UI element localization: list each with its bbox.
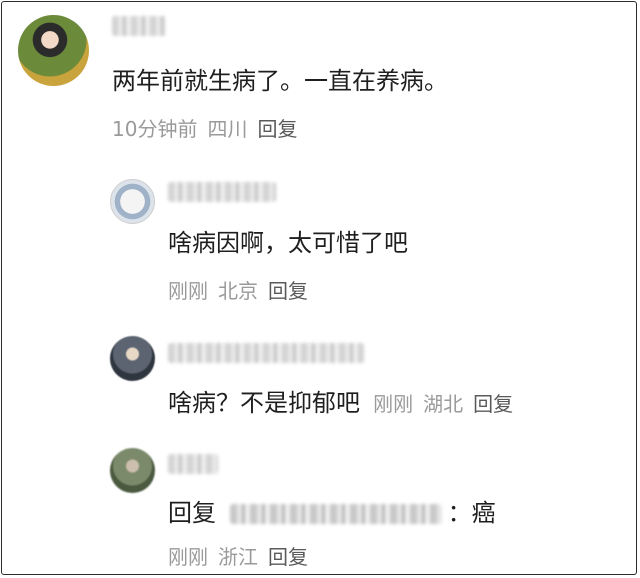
reply-meta: 刚刚 北京 回复 bbox=[168, 278, 318, 304]
reply-time: 刚刚 bbox=[168, 279, 208, 303]
comment-meta: 10分钟前 四川 回复 bbox=[112, 116, 307, 142]
reply-button[interactable]: 回复 bbox=[268, 279, 308, 303]
reply-prefix: 回复 bbox=[168, 499, 216, 527]
reply-row: 回复 ：癌 bbox=[168, 498, 496, 528]
comment-time: 10分钟前 bbox=[112, 117, 198, 141]
reply-text: 啥病因啊，太可惜了吧 bbox=[168, 229, 408, 257]
reply-meta: 刚刚 浙江 回复 bbox=[168, 544, 318, 570]
user-avatar[interactable] bbox=[18, 15, 89, 86]
reply-location: 浙江 bbox=[218, 545, 258, 569]
username-blurred[interactable] bbox=[112, 16, 166, 36]
reply-location: 北京 bbox=[218, 279, 258, 303]
reply-button[interactable]: 回复 bbox=[268, 545, 308, 569]
reply-avatar[interactable] bbox=[110, 448, 155, 493]
reply-avatar[interactable] bbox=[110, 179, 155, 224]
comment-location: 四川 bbox=[207, 117, 248, 141]
reply-time: 刚刚 bbox=[373, 392, 414, 416]
comment-panel: 两年前就生病了。一直在养病。 10分钟前 四川 回复 啥病因啊，太可惜了吧 刚刚 北京… bbox=[1, 1, 637, 575]
mentioned-user-blurred[interactable] bbox=[229, 504, 442, 524]
username-blurred[interactable] bbox=[168, 454, 218, 474]
reply-button[interactable]: 回复 bbox=[257, 117, 297, 141]
username-blurred[interactable] bbox=[168, 182, 276, 202]
reply-location: 湖北 bbox=[423, 392, 464, 416]
reply-text: ：癌 bbox=[447, 499, 496, 527]
username-blurred[interactable] bbox=[168, 343, 364, 363]
reply-text: 啥病？不是抑郁吧 bbox=[168, 389, 360, 417]
reply-time: 刚刚 bbox=[168, 545, 208, 569]
reply-row: 啥病？不是抑郁吧 刚刚 湖北 回复 bbox=[168, 388, 513, 418]
comment-text: 两年前就生病了。一直在养病。 bbox=[112, 67, 448, 95]
reply-button[interactable]: 回复 bbox=[473, 392, 513, 416]
reply-avatar[interactable] bbox=[110, 336, 155, 381]
